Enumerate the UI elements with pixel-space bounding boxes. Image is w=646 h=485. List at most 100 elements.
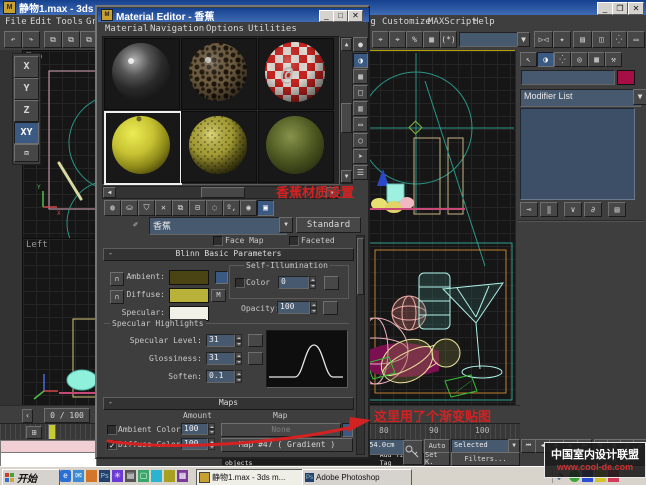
material-map-navigator-icon[interactable]: ☰ [353,165,368,180]
grid-app-icon[interactable]: ▦ [177,470,188,482]
make-unique-map-icon[interactable]: ⊟ [189,200,206,216]
ambient-amount-spinner[interactable]: 100 [181,423,215,435]
video-color-check-icon[interactable]: ▥ [353,101,368,116]
tab-create-icon[interactable]: ↖ [520,52,537,67]
background-icon[interactable]: ▦ [353,69,368,84]
spinner-snap-icon[interactable]: ▦ [423,31,440,48]
diffuse-color-swatch[interactable] [169,288,209,303]
curve-editor-icon[interactable]: ◫ [592,31,611,48]
opacity-spin-arrows[interactable] [310,301,317,314]
soften-value[interactable]: 0.1 [206,370,235,383]
maxscript-listener-white[interactable] [0,452,97,467]
star-app-icon[interactable]: ✳ [112,470,123,482]
specular-level-spinner[interactable]: 31 [206,334,242,347]
self-illum-spin-arrows[interactable] [309,276,316,289]
start-button[interactable]: 开始 [2,469,60,485]
axis-x-button[interactable]: X [14,56,39,78]
diffuse-amount-value[interactable]: 100 [181,438,208,450]
ambient-amount-value[interactable]: 100 [181,423,208,435]
glossiness-value[interactable]: 31 [206,352,235,365]
viewport-left[interactable]: Left [22,238,97,407]
tab-utilities-icon[interactable]: ⚒ [605,52,622,67]
material-name-arrow-icon[interactable]: ▼ [279,217,293,233]
sample-slot-olive[interactable] [181,111,257,183]
ambient-amount-arrows[interactable] [208,423,215,435]
tab-hierarchy-icon[interactable]: ⁛ [554,52,571,67]
menu-material[interactable]: Material [105,24,148,34]
tab-display-icon[interactable]: ▦ [588,52,605,67]
track-bar-thumb[interactable] [48,424,56,440]
sample-slot-banana-selected[interactable] [104,111,182,185]
media-icon[interactable] [86,470,97,482]
modifier-list-dropdown[interactable]: Modifier List [520,89,641,107]
material-name-dropdown[interactable]: 香蕉 [149,217,287,235]
faceted-checkbox[interactable] [289,236,299,246]
tab-modify-icon[interactable]: ◑ [537,52,554,67]
named-selection-dropdown[interactable] [459,32,519,47]
percent-snap-icon[interactable]: % [406,31,423,48]
task-button-photoshop[interactable]: Ps Adobe Photoshop [302,469,412,485]
set-key-button[interactable]: Set K. [424,452,450,466]
self-illum-color-checkbox[interactable] [235,278,245,288]
ie-icon[interactable]: e [60,470,71,482]
diffuse-map-button[interactable]: Map #47 ( Gradient ) [221,438,353,452]
vscroll-thumb[interactable] [341,103,352,133]
diffuse-map-checkbox[interactable]: ✓ [107,440,117,450]
opacity-spinner[interactable]: 100 [277,301,317,314]
sample-slot-checker[interactable]: @ [258,38,334,110]
glossiness-spinner[interactable]: 31 [206,352,242,365]
menu-utilities[interactable]: Utilities [248,24,297,34]
sample-slot-darkgreen[interactable] [258,111,334,183]
select-by-material-icon[interactable]: ➤ [353,149,368,164]
glossiness-map-button[interactable] [248,352,263,365]
opacity-map-button[interactable] [323,301,338,315]
main-minimize-button[interactable]: _ [597,2,613,15]
track-bar-mode-icon[interactable]: ⊞ [26,426,42,439]
go-to-start-icon[interactable]: ⏮ [521,439,536,453]
main-restore-button[interactable]: ❐ [612,2,628,15]
key-filter-arrow-icon[interactable]: ▼ [508,439,520,453]
options-icon[interactable]: ○ [353,133,368,148]
object-name-field[interactable] [521,70,615,85]
face-map-checkbox[interactable] [213,236,223,246]
photoshop-ql-icon[interactable]: Ps [99,470,110,482]
modifier-list-arrow-icon[interactable]: ▼ [633,89,646,105]
dialog-close-button[interactable]: ✕ [348,10,363,22]
specular-level-value[interactable]: 31 [206,334,235,347]
scroll-left-icon[interactable]: ◀ [103,187,116,198]
modifier-stack-list[interactable] [520,108,635,200]
sample-type-icon[interactable]: ● [353,37,368,52]
glossiness-arrows[interactable] [235,352,242,365]
make-unique-icon[interactable]: ∨ [564,202,582,217]
interactive-lock-button[interactable] [215,271,228,284]
specular-level-arrows[interactable] [235,334,242,347]
remove-modifier-icon[interactable]: ∂ [584,202,602,217]
layer-manager-icon[interactable]: ▤ [573,31,592,48]
soften-arrows[interactable] [235,370,242,383]
time-slider-button[interactable]: 0 / 100 [44,408,90,423]
time-slider-left-arrow-icon[interactable]: ‹ [22,409,33,423]
diffuse-map-shortcut-button[interactable]: M [211,289,226,302]
sample-tiling-icon[interactable]: □ [353,85,368,100]
ambient-color-swatch[interactable] [169,270,209,285]
show-end-result-icon[interactable]: ‖ [540,202,558,217]
sample-slot-glass[interactable] [104,38,180,110]
sample-vscrollbar[interactable]: ▲ ▼ [340,37,353,184]
material-type-button[interactable]: Standard [296,217,361,233]
hscroll-thumb[interactable] [201,187,245,198]
sample-slot-cracked[interactable] [181,38,257,110]
axis-y-button[interactable]: Y [14,78,39,100]
configure-modifier-sets-icon[interactable]: ▤ [608,202,626,217]
axis-z-button[interactable]: Z [14,100,39,122]
get-material-icon[interactable]: ◍ [104,200,121,216]
make-copy-icon[interactable]: ⧉ [172,200,189,216]
backlight-icon[interactable]: ◑ [353,53,368,68]
menu-options[interactable]: Options [206,24,244,34]
viewport-camera[interactable] [366,50,517,406]
menu-tools[interactable]: Tools [56,17,83,27]
main-close-button[interactable]: ✕ [628,2,644,15]
axis-xy-button[interactable]: XY [14,122,39,144]
msn-icon[interactable] [151,470,162,482]
angle-snap-icon[interactable]: ⌖ [389,31,406,48]
dialog-maximize-button[interactable]: □ [333,10,348,22]
